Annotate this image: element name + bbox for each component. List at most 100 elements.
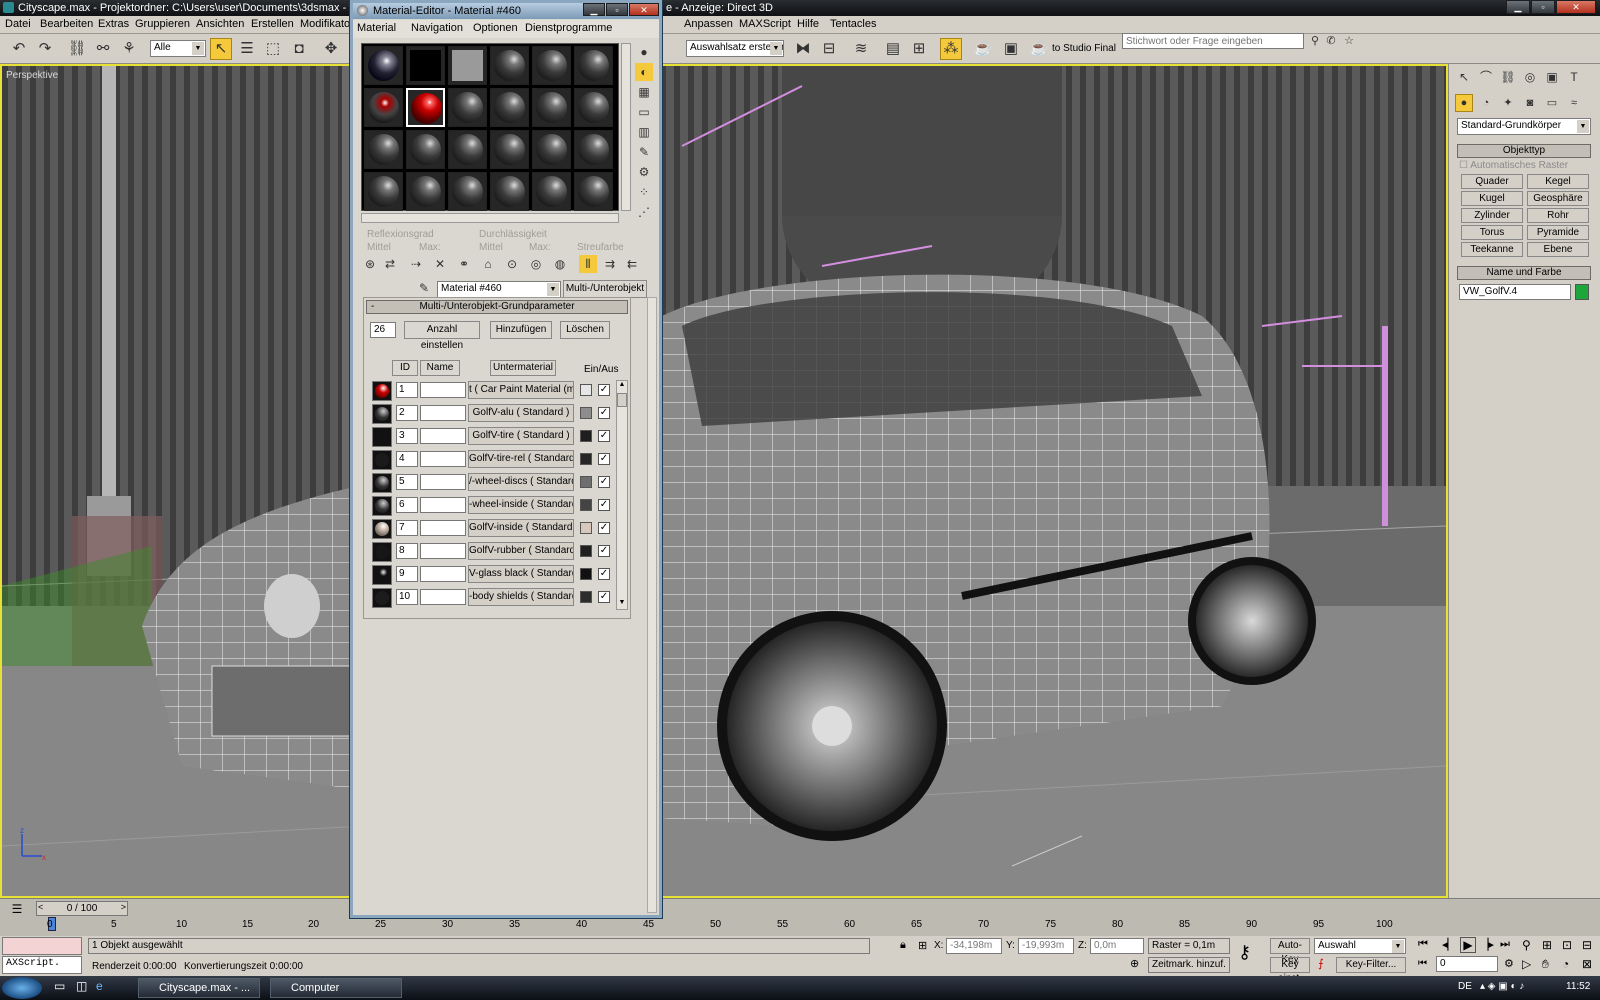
material-editor-title-bar[interactable]: Material-Editor - Material #460 ▁ ▫ ✕ [353, 3, 659, 19]
submaterial-name[interactable] [420, 474, 466, 490]
submaterial-name[interactable] [420, 497, 466, 513]
set-count-button[interactable]: Anzahl einstellen [404, 321, 480, 351]
sample-uv-tiling-icon[interactable]: ▭ [635, 103, 653, 121]
put-to-library-icon[interactable]: ⌂ [479, 255, 497, 273]
next-frame-icon[interactable]: ▕▸ [1480, 938, 1494, 951]
submaterial-row-7[interactable]: 7 GolfV-inside ( Standard ) ✓ [370, 518, 622, 539]
submaterial-swatch[interactable] [372, 404, 392, 424]
submaterial-button[interactable]: V-glass black ( Standard ) [468, 565, 574, 583]
zoom-extents-icon[interactable]: ⊡ [1562, 938, 1572, 952]
sample-slots-vscroll[interactable] [621, 43, 631, 211]
sample-type-icon[interactable]: ● [635, 43, 653, 61]
curve-editor-icon[interactable]: ▤ [882, 38, 904, 60]
submaterial-row-9[interactable]: 9 V-glass black ( Standard ) ✓ [370, 564, 622, 585]
me-menu-dienstprogramme[interactable]: Dienstprogramme [525, 22, 612, 34]
show-end-result-icon[interactable]: ◍ [551, 255, 569, 273]
menu-anpassen[interactable]: Anpassen [684, 18, 733, 30]
video-color-check-icon[interactable]: ▥ [635, 123, 653, 141]
menu-ansichten[interactable]: Ansichten [196, 18, 244, 30]
sample-slot[interactable] [364, 46, 403, 85]
submaterial-id[interactable]: 2 [396, 405, 418, 421]
modify-tab-icon[interactable]: ⌒ [1477, 68, 1495, 86]
submaterial-id[interactable]: 8 [396, 543, 418, 559]
submaterial-row-2[interactable]: 2 GolfV-alu ( Standard ) ✓ [370, 403, 622, 424]
select-by-name-icon[interactable]: ☰ [236, 38, 258, 60]
submaterial-row-3[interactable]: 3 GolfV-tire ( Standard ) ✓ [370, 426, 622, 447]
x-coordinate-field[interactable]: -34,198m [946, 938, 1002, 954]
me-maximize-button[interactable]: ▫ [606, 3, 628, 16]
submaterial-button[interactable]: GolfV-rubber ( Standard ) [468, 542, 574, 560]
submaterial-name[interactable] [420, 405, 466, 421]
submaterial-id[interactable]: 4 [396, 451, 418, 467]
submaterial-button[interactable]: GolfV-inside ( Standard ) [468, 519, 574, 537]
shapes-icon[interactable]: ◔ [1477, 94, 1495, 112]
render-setup-icon[interactable]: ☕ [972, 38, 994, 60]
submaterial-id[interactable]: 5 [396, 474, 418, 490]
unlink-icon[interactable]: ⚯ [92, 38, 114, 60]
material-editor-icon[interactable]: ⁂ [940, 38, 962, 60]
submaterial-row-4[interactable]: 4 GolfV-tire-rel ( Standard ) ✓ [370, 449, 622, 470]
select-by-material-icon[interactable]: ⁘ [635, 183, 653, 201]
move-icon[interactable]: ✥ [320, 38, 342, 60]
add-time-tag-icon[interactable]: ⊕ [1130, 957, 1139, 970]
cameras-icon[interactable]: ◙ [1521, 94, 1539, 112]
sample-slot[interactable] [448, 88, 487, 127]
set-key-icon[interactable]: ⚷ [1238, 942, 1251, 963]
submaterial-id[interactable]: 6 [396, 497, 418, 513]
sample-slot[interactable] [406, 172, 445, 211]
motion-tab-icon[interactable]: ◎ [1521, 68, 1539, 86]
absolute-mode-icon[interactable]: ⊞ [918, 939, 927, 952]
rollout-objekttyp[interactable]: Objekttyp [1457, 144, 1591, 158]
communication-center-icon[interactable]: ✆ [1322, 33, 1340, 49]
primitive-type-dropdown[interactable]: Standard-Grundkörper ▼ [1457, 118, 1591, 135]
sample-slot[interactable] [490, 46, 529, 85]
current-frame-field[interactable]: 0 [1436, 956, 1498, 972]
tray-icons[interactable]: ▴ ◈ ▣ ◐ ♪ [1480, 981, 1524, 992]
sample-slot[interactable] [490, 172, 529, 211]
submaterial-color[interactable] [580, 384, 592, 396]
time-slider[interactable]: < 0 / 100 > [36, 901, 128, 916]
submaterial-enabled-checkbox[interactable]: ✓ [598, 545, 610, 557]
menu-extras[interactable]: Extras [98, 18, 129, 30]
material-count-field[interactable]: 26 [370, 322, 396, 338]
submaterial-color[interactable] [580, 568, 592, 580]
utilities-tab-icon[interactable]: T [1565, 68, 1583, 86]
material-editor-panel-scrollbar[interactable] [647, 297, 657, 913]
me-menu-navigation[interactable]: Navigation [411, 22, 463, 34]
geosphaere-button[interactable]: Geosphäre [1527, 191, 1589, 206]
me-minimize-button[interactable]: ▁ [583, 3, 605, 16]
redo-icon[interactable]: ↷ [34, 38, 56, 60]
submaterial-button[interactable]: t ( Car Paint Material (mi) ) [468, 381, 574, 399]
show-map-icon[interactable]: ◎ [527, 255, 545, 273]
perspective-viewport[interactable]: Perspektive zx [0, 64, 1448, 898]
submaterial-enabled-checkbox[interactable]: ✓ [598, 568, 610, 580]
submaterial-swatch[interactable] [372, 565, 392, 585]
link-icon[interactable]: ⛓ [66, 38, 88, 60]
language-indicator[interactable]: DE [1458, 981, 1472, 992]
sample-slot[interactable] [574, 88, 613, 127]
sample-slot[interactable] [532, 172, 571, 211]
internet-explorer-icon[interactable]: e [96, 979, 103, 993]
submaterial-button[interactable]: -body shields ( Standard ) [468, 588, 574, 606]
sample-slot[interactable] [364, 88, 403, 127]
track-view-toggle-icon[interactable]: ☰ [6, 902, 28, 916]
submaterial-row-5[interactable]: 5 /-wheel-discs ( Standard ) ✓ [370, 472, 622, 493]
set-key-button[interactable]: Key einst. [1270, 957, 1310, 984]
menu-erstellen[interactable]: Erstellen [251, 18, 294, 30]
bind-space-warp-icon[interactable]: ⚘ [118, 38, 140, 60]
rohr-button[interactable]: Rohr [1527, 208, 1589, 223]
sample-slot[interactable] [364, 172, 403, 211]
submaterial-swatch[interactable] [372, 496, 392, 516]
submaterial-row-1[interactable]: 1 t ( Car Paint Material (mi) ) ✓ [370, 380, 622, 401]
lights-icon[interactable]: ✦ [1499, 94, 1517, 112]
sample-slot[interactable] [490, 88, 529, 127]
select-object-icon[interactable]: ↖ [210, 38, 232, 60]
submaterial-id[interactable]: 7 [396, 520, 418, 536]
submaterial-button[interactable]: /-wheel-discs ( Standard ) [468, 473, 574, 491]
submaterial-button[interactable]: -wheel-inside ( Standard ) [468, 496, 574, 514]
orbit-icon[interactable]: ◔ [1562, 957, 1569, 971]
submaterial-color[interactable] [580, 591, 592, 603]
layer-manager-icon[interactable]: ≋ [850, 38, 872, 60]
rendered-frame-icon[interactable]: ▣ [1000, 38, 1022, 60]
rectangle-selection-icon[interactable]: ⬚ [262, 38, 284, 60]
